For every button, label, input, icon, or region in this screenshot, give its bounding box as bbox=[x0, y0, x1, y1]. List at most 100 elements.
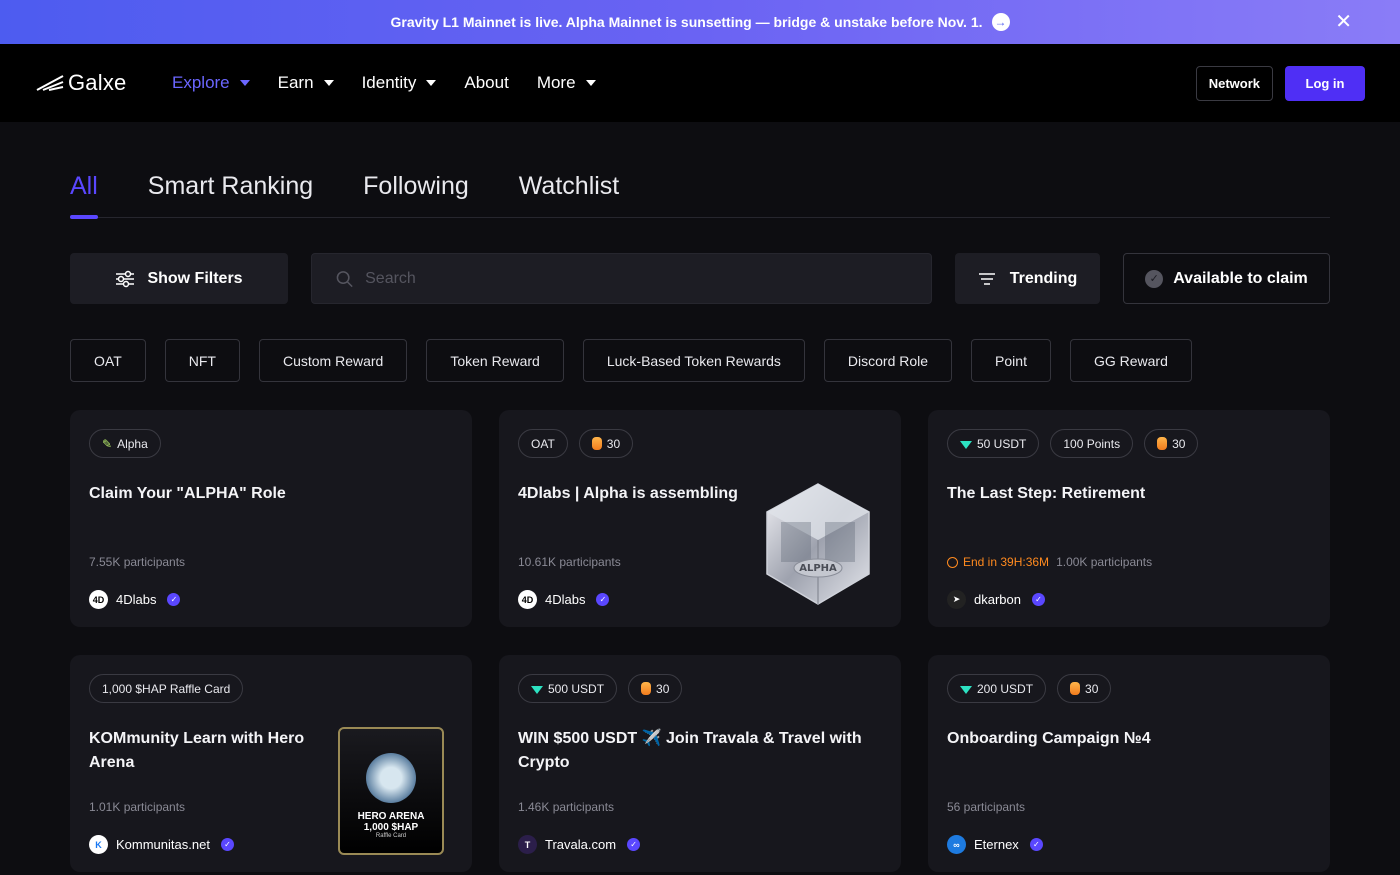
tab-following[interactable]: Following bbox=[363, 172, 469, 217]
campaign-card[interactable]: ✎ Alpha Claim Your "ALPHA" Role 7.55K par… bbox=[70, 410, 472, 627]
badge-label: 30 bbox=[1085, 681, 1099, 696]
tab-watchlist[interactable]: Watchlist bbox=[519, 172, 619, 217]
coin-icon bbox=[641, 682, 652, 695]
chip-gg-reward[interactable]: GG Reward bbox=[1069, 339, 1192, 382]
badge-label: 1,000 $HAP Raffle Card bbox=[102, 681, 231, 696]
chip-nft[interactable]: NFT bbox=[164, 339, 240, 382]
search-box bbox=[311, 253, 932, 304]
nav-identity[interactable]: Identity bbox=[362, 73, 437, 93]
badge-label: OAT bbox=[531, 436, 555, 451]
close-icon[interactable]: ✕ bbox=[1335, 12, 1352, 32]
nav-earn-label: Earn bbox=[277, 73, 314, 92]
show-filters-label: Show Filters bbox=[147, 269, 243, 287]
chevron-down-icon bbox=[323, 80, 334, 86]
badge-label: 30 bbox=[656, 681, 670, 696]
check-circle-icon: ✓ bbox=[1145, 269, 1164, 288]
chip-custom-reward[interactable]: Custom Reward bbox=[258, 339, 408, 382]
campaign-title: Claim Your "ALPHA" Role bbox=[89, 485, 286, 502]
tab-all[interactable]: All bbox=[70, 172, 98, 219]
reward-badge: 50 USDT bbox=[947, 429, 1040, 458]
top-navbar: Galxe Explore Earn Identity About More N… bbox=[0, 44, 1400, 122]
nav-more[interactable]: More bbox=[537, 73, 596, 93]
galxe-logo[interactable]: Galxe bbox=[36, 70, 172, 96]
owner-name: Kommunitas.net bbox=[116, 837, 210, 852]
verified-icon: ✓ bbox=[220, 838, 234, 851]
search-input[interactable] bbox=[365, 269, 931, 288]
nav-about[interactable]: About bbox=[464, 73, 508, 93]
badge-label: 200 USDT bbox=[977, 681, 1034, 696]
reward-badge: 30 bbox=[578, 429, 634, 458]
sort-button[interactable]: Trending bbox=[955, 253, 1100, 304]
chip-discord-role[interactable]: Discord Role bbox=[823, 339, 953, 382]
campaign-card[interactable]: 1,000 $HAP Raffle Card KOMmunity Learn w… bbox=[70, 655, 472, 872]
badge-label: 30 bbox=[1172, 436, 1186, 451]
owner-avatar: ∞ bbox=[947, 835, 966, 854]
space-owner[interactable]: 4D 4Dlabs ✓ bbox=[89, 590, 181, 609]
hero-arena-card-image: HERO ARENA 1,000 $HAP Raffle Card bbox=[338, 727, 444, 855]
space-owner[interactable]: ➤ dkarbon ✓ bbox=[947, 590, 1045, 609]
tab-smart-ranking[interactable]: Smart Ranking bbox=[148, 172, 313, 217]
space-owner[interactable]: T Travala.com ✓ bbox=[518, 835, 641, 854]
participants-text: 1.01K participants bbox=[89, 800, 186, 814]
reward-badge: 500 USDT bbox=[518, 674, 618, 703]
campaign-title: KOMmunity Learn with Hero Arena bbox=[89, 730, 305, 771]
chevron-down-icon bbox=[426, 80, 437, 86]
participant-count: End in 39H:36M 1.00K participants bbox=[947, 555, 1152, 569]
reward-badges: 200 USDT 30 bbox=[947, 674, 1311, 703]
end-time-text: End in 39H:36M bbox=[963, 555, 1050, 569]
hero-arena-emblem bbox=[366, 753, 416, 803]
chevron-down-icon bbox=[585, 80, 596, 86]
participants-text: 56 participants bbox=[947, 800, 1026, 814]
reward-badge: ✎ Alpha bbox=[89, 429, 161, 458]
nav-identity-label: Identity bbox=[361, 73, 417, 92]
chip-token-reward[interactable]: Token Reward bbox=[426, 339, 564, 382]
space-owner[interactable]: 4D 4Dlabs ✓ bbox=[518, 590, 610, 609]
pencil-icon: ✎ bbox=[102, 436, 113, 451]
chip-luck-based[interactable]: Luck-Based Token Rewards bbox=[582, 339, 805, 382]
verified-icon: ✓ bbox=[596, 593, 610, 606]
nav-more-label: More bbox=[536, 73, 576, 92]
chip-point[interactable]: Point bbox=[971, 339, 1051, 382]
campaign-card[interactable]: 500 USDT 30 WIN $500 USDT ✈️ Join Traval… bbox=[499, 655, 901, 872]
campaign-card[interactable]: OAT 30 4Dlabs | Alpha is assembling 10.6… bbox=[499, 410, 901, 627]
owner-name: 4Dlabs bbox=[116, 592, 157, 607]
owner-name: Travala.com bbox=[545, 837, 617, 852]
campaign-grid: ✎ Alpha Claim Your "ALPHA" Role 7.55K par… bbox=[70, 410, 1330, 872]
nav-about-label: About bbox=[464, 73, 509, 92]
claim-label: Available to claim bbox=[1173, 269, 1308, 287]
search-icon bbox=[336, 270, 353, 287]
verified-icon: ✓ bbox=[1031, 593, 1045, 606]
login-button[interactable]: Log in bbox=[1285, 65, 1365, 101]
space-owner[interactable]: ∞ Eternex ✓ bbox=[947, 835, 1043, 854]
reward-type-chips: OAT NFT Custom Reward Token Reward Luck-… bbox=[70, 339, 1330, 382]
campaign-title: The Last Step: Retirement bbox=[947, 485, 1146, 502]
reward-badge: 200 USDT bbox=[947, 674, 1047, 703]
reward-badges: ✎ Alpha bbox=[89, 429, 453, 458]
art-line-2: 1,000 $HAP bbox=[363, 822, 419, 833]
chevron-down-icon bbox=[239, 80, 250, 86]
galxe-logo-icon bbox=[36, 75, 64, 91]
badge-label: 50 USDT bbox=[977, 436, 1027, 451]
network-button[interactable]: Network bbox=[1195, 65, 1273, 101]
available-to-claim-toggle[interactable]: ✓ Available to claim bbox=[1123, 253, 1330, 304]
reward-badge: 30 bbox=[1057, 674, 1112, 703]
alpha-cube-image: ALPHA bbox=[766, 483, 870, 605]
owner-avatar: ➤ bbox=[947, 590, 966, 609]
space-owner[interactable]: K Kommunitas.net ✓ bbox=[89, 835, 234, 854]
nav-earn[interactable]: Earn bbox=[278, 73, 334, 93]
participant-count: 7.55K participants bbox=[89, 555, 185, 569]
participant-count: 56 participants bbox=[947, 800, 1025, 814]
badge-label: Alpha bbox=[117, 436, 148, 451]
reward-badge: 1,000 $HAP Raffle Card bbox=[89, 674, 244, 703]
arrow-right-icon[interactable]: → bbox=[991, 13, 1010, 31]
verified-icon: ✓ bbox=[1029, 838, 1043, 851]
campaign-card[interactable]: 200 USDT 30 Onboarding Campaign №4 56 pa… bbox=[928, 655, 1330, 872]
chip-oat[interactable]: OAT bbox=[70, 339, 146, 382]
campaign-card[interactable]: 50 USDT 100 Points 30 The Last Step: Ret… bbox=[928, 410, 1330, 627]
coin-icon bbox=[591, 437, 602, 450]
show-filters-button[interactable]: Show Filters bbox=[70, 253, 288, 304]
main-menu: Explore Earn Identity About More bbox=[172, 73, 596, 93]
nav-explore[interactable]: Explore bbox=[172, 73, 250, 93]
main-content: All Smart Ranking Following Watchlist Sh… bbox=[0, 122, 1400, 872]
participants-text: 7.55K participants bbox=[89, 555, 186, 569]
